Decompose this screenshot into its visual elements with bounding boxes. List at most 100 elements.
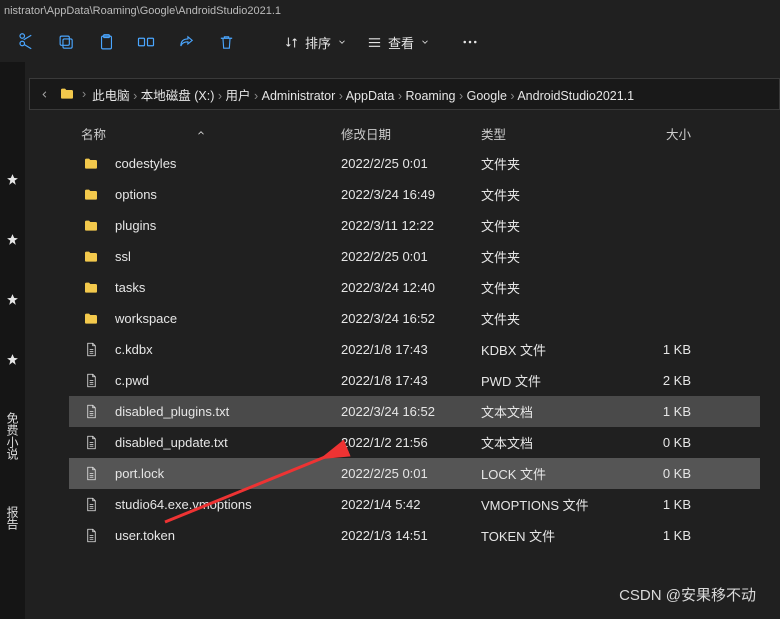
file-icon xyxy=(81,464,101,484)
share-button[interactable] xyxy=(166,26,206,58)
breadcrumb-item[interactable]: 用户 xyxy=(226,89,251,103)
file-date: 2022/2/25 0:01 xyxy=(341,249,481,264)
file-row[interactable]: ssl2022/2/25 0:01文件夹 xyxy=(69,241,760,272)
breadcrumb-up-icon[interactable] xyxy=(36,89,52,100)
file-icon xyxy=(81,433,101,453)
folder-icon xyxy=(58,86,76,102)
file-row[interactable]: studio64.exe.vmoptions2022/1/4 5:42VMOPT… xyxy=(69,489,760,520)
chevron-right-icon: › xyxy=(335,89,345,103)
breadcrumb-item[interactable]: Google xyxy=(467,89,507,103)
file-size: 0 KB xyxy=(611,435,701,450)
chevron-right-icon: › xyxy=(214,89,225,103)
folder-icon xyxy=(81,216,101,236)
header-size[interactable]: 大小 xyxy=(611,124,701,143)
breadcrumb-item[interactable]: AppData xyxy=(346,89,395,103)
chevron-right-icon: › xyxy=(251,89,262,103)
breadcrumb-item[interactable]: 本地磁盘 (X:) xyxy=(141,89,215,103)
cut-button[interactable] xyxy=(6,26,46,58)
file-name: workspace xyxy=(115,311,177,326)
file-size: 2 KB xyxy=(611,373,701,388)
file-size: 1 KB xyxy=(611,404,701,419)
file-icon xyxy=(81,402,101,422)
pin-icon[interactable] xyxy=(6,352,20,366)
column-headers: 名称 修改日期 类型 大小 xyxy=(69,118,760,148)
file-row[interactable]: disabled_update.txt 2022/1/2 21:56文本文档0 K… xyxy=(69,427,760,458)
file-date: 2022/1/2 21:56 xyxy=(341,435,481,450)
header-name-label: 名称 xyxy=(81,124,106,143)
file-name: plugins xyxy=(115,218,156,233)
file-date: 2022/3/24 16:52 xyxy=(341,404,481,419)
sort-icon xyxy=(284,35,299,50)
sort-asc-icon xyxy=(196,128,206,138)
file-name: user.token xyxy=(115,528,175,543)
file-row[interactable]: port.lock2022/2/25 0:01LOCK 文件0 KB xyxy=(69,458,760,489)
watermark: CSDN @安果移不动 xyxy=(619,584,756,605)
file-name: c.kdbx xyxy=(115,342,153,357)
file-date: 2022/1/4 5:42 xyxy=(341,497,481,512)
header-type[interactable]: 类型 xyxy=(481,124,611,143)
side-rail: 免费小说 报告 xyxy=(0,62,25,619)
file-name: studio64.exe.vmoptions xyxy=(115,497,252,512)
window-title-text: nistrator\AppData\Roaming\Google\Android… xyxy=(4,5,281,17)
file-name: codestyles xyxy=(115,156,176,171)
rail-item[interactable]: 免费小说 xyxy=(4,412,21,460)
file-icon xyxy=(81,371,101,391)
breadcrumb-item[interactable]: AndroidStudio2021.1 xyxy=(517,89,634,103)
file-type: LOCK 文件 xyxy=(481,464,611,483)
pin-icon[interactable] xyxy=(6,232,20,246)
breadcrumb-item[interactable]: Roaming xyxy=(405,89,455,103)
file-size: 0 KB xyxy=(611,466,701,481)
file-icon xyxy=(81,340,101,360)
sort-button[interactable]: 排序 xyxy=(274,26,357,58)
rail-item[interactable]: 报告 xyxy=(4,506,21,530)
delete-button[interactable] xyxy=(206,26,246,58)
breadcrumb: › 此电脑 › 本地磁盘 (X:) › 用户 › Administrator ›… xyxy=(29,78,780,110)
file-date: 2022/2/25 0:01 xyxy=(341,156,481,171)
file-row[interactable]: user.token2022/1/3 14:51TOKEN 文件1 KB xyxy=(69,520,760,551)
folder-icon xyxy=(81,185,101,205)
file-row[interactable]: tasks 2022/3/24 12:40文件夹 xyxy=(69,272,760,303)
view-label: 查看 xyxy=(388,33,414,52)
pin-icon[interactable] xyxy=(6,292,20,306)
file-type: TOKEN 文件 xyxy=(481,526,611,545)
file-type: 文件夹 xyxy=(481,278,611,297)
file-date: 2022/1/3 14:51 xyxy=(341,528,481,543)
rename-button[interactable] xyxy=(126,26,166,58)
file-date: 2022/3/11 12:22 xyxy=(341,218,481,233)
header-date[interactable]: 修改日期 xyxy=(341,124,481,143)
file-date: 2022/1/8 17:43 xyxy=(341,373,481,388)
folder-icon xyxy=(81,309,101,329)
copy-button[interactable] xyxy=(46,26,86,58)
file-row[interactable]: c.kdbx2022/1/8 17:43KDBX 文件1 KB xyxy=(69,334,760,365)
file-type: PWD 文件 xyxy=(481,371,611,390)
paste-button[interactable] xyxy=(86,26,126,58)
file-name: port.lock xyxy=(115,466,164,481)
file-date: 2022/3/24 12:40 xyxy=(341,280,481,295)
file-name: tasks xyxy=(115,280,145,295)
breadcrumb-item[interactable]: 此电脑 xyxy=(92,89,130,103)
file-name: disabled_update.txt xyxy=(115,435,228,450)
breadcrumb-item[interactable]: Administrator xyxy=(262,89,336,103)
file-type: KDBX 文件 xyxy=(481,340,611,359)
file-icon xyxy=(81,495,101,515)
window-title: nistrator\AppData\Roaming\Google\Android… xyxy=(0,0,780,22)
header-name[interactable]: 名称 xyxy=(69,124,341,143)
file-row[interactable]: c.pwd2022/1/8 17:43PWD 文件2 KB xyxy=(69,365,760,396)
file-row[interactable]: codestyles 2022/2/25 0:01文件夹 xyxy=(69,148,760,179)
file-row[interactable]: workspace2022/3/24 16:52文件夹 xyxy=(69,303,760,334)
file-row[interactable]: disabled_plugins.txt2022/3/24 16:52文本文档1… xyxy=(69,396,760,427)
view-button[interactable]: 查看 xyxy=(357,26,440,58)
file-type: 文件夹 xyxy=(481,309,611,328)
more-button[interactable] xyxy=(450,26,490,58)
file-name: options xyxy=(115,187,157,202)
file-size: 1 KB xyxy=(611,342,701,357)
pin-icon[interactable] xyxy=(6,172,20,186)
file-row[interactable]: options2022/3/24 16:49文件夹 xyxy=(69,179,760,210)
chevron-down-icon xyxy=(420,37,430,47)
chevron-right-icon: › xyxy=(456,89,467,103)
file-list: 名称 修改日期 类型 大小 codestyles2022/2/25 0:01文件… xyxy=(69,118,760,551)
file-row[interactable]: plugins2022/3/11 12:22文件夹 xyxy=(69,210,760,241)
file-type: 文本文档 xyxy=(481,433,611,452)
file-type: 文件夹 xyxy=(481,247,611,266)
file-type: 文件夹 xyxy=(481,154,611,173)
